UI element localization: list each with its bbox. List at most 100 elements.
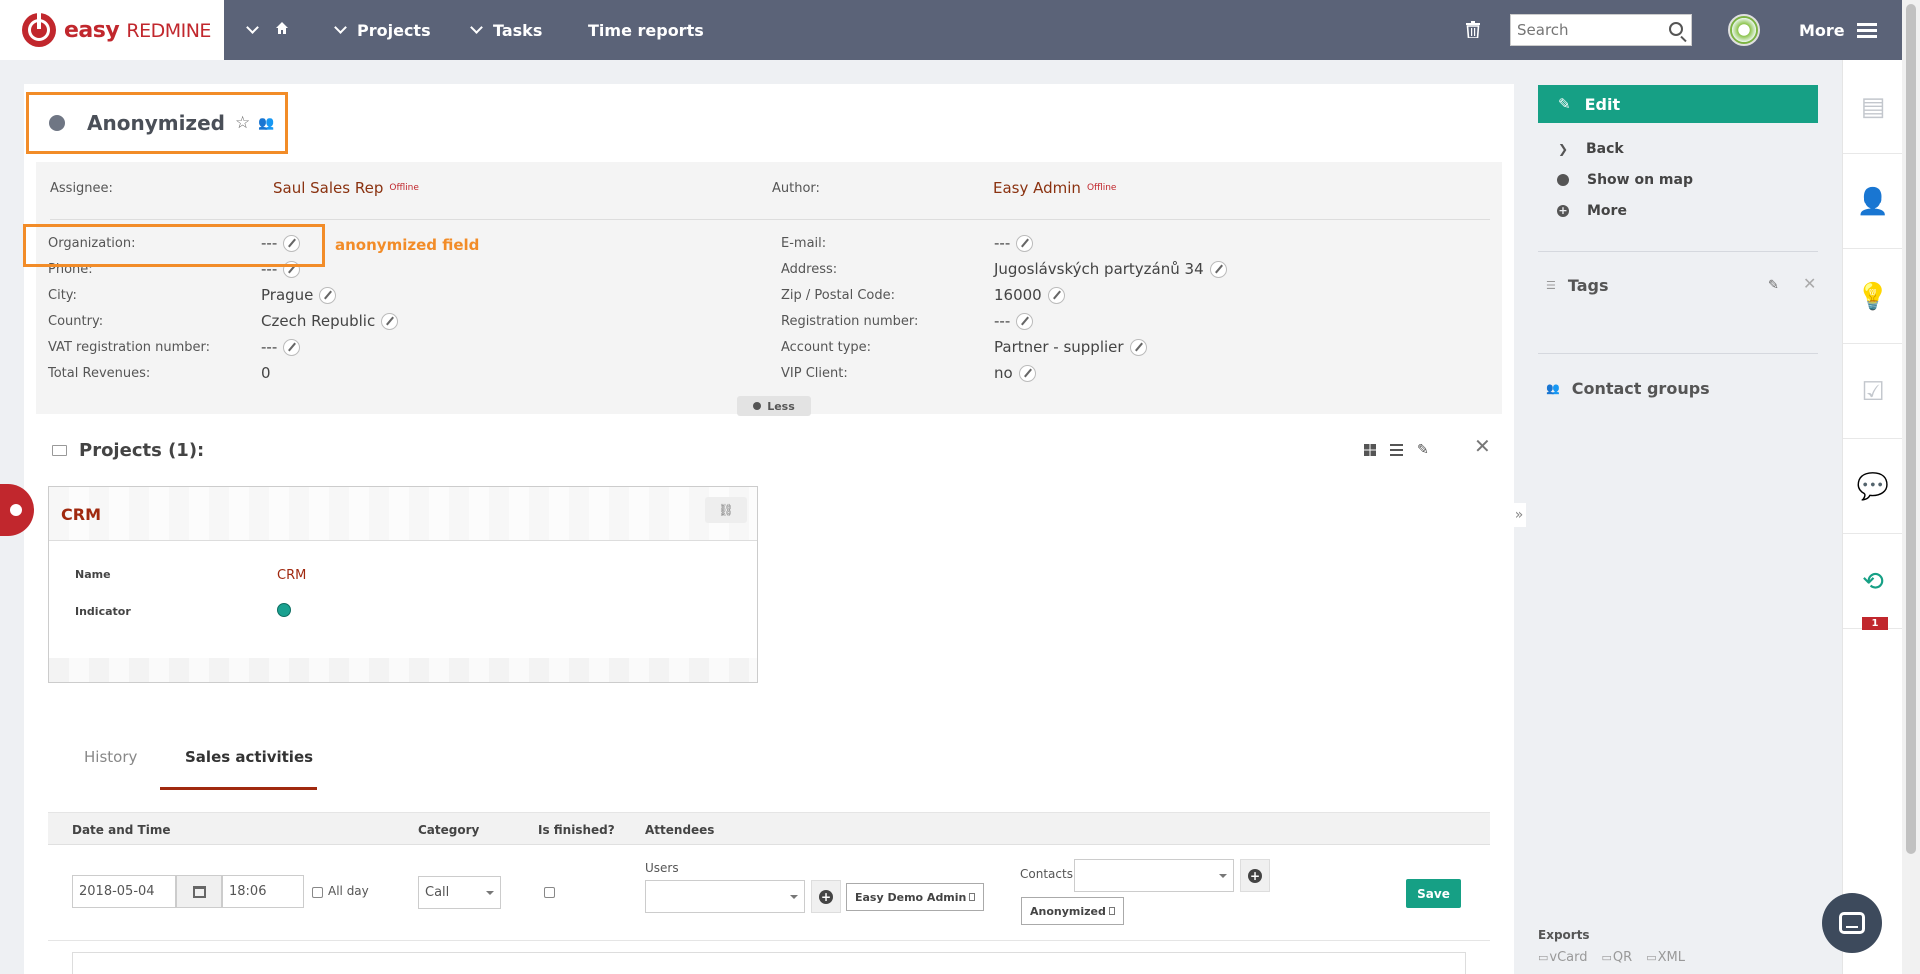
- sidebar-more-link[interactable]: + More: [1556, 203, 1627, 219]
- contacts-select[interactable]: [1074, 859, 1234, 892]
- is-finished-checkbox[interactable]: [544, 887, 555, 898]
- active-tab-indicator: [160, 787, 317, 790]
- remove-icon[interactable]: [969, 893, 976, 901]
- project-name-link[interactable]: CRM: [61, 505, 101, 524]
- edit-pencil-icon[interactable]: [1016, 312, 1034, 330]
- tab-sales-activities[interactable]: Sales activities: [185, 748, 313, 766]
- globe-icon: [49, 115, 65, 131]
- contacts-label: Contacts: [1020, 867, 1073, 881]
- remove-icon[interactable]: [1108, 907, 1115, 915]
- chat-icon: [1839, 912, 1865, 934]
- page-scrollbar[interactable]: [1902, 0, 1920, 974]
- contact-chip[interactable]: Anonymized: [1021, 897, 1124, 925]
- home-icon[interactable]: [276, 22, 288, 34]
- nav-time-reports[interactable]: Time reports: [588, 0, 704, 60]
- export-xml-link[interactable]: XML: [1646, 950, 1685, 965]
- edit-pencil-icon[interactable]: [1016, 234, 1034, 252]
- assignee-name[interactable]: Saul Sales Rep: [273, 179, 383, 197]
- col-date-time: Date and Time: [72, 823, 171, 837]
- project-card: CRM ⛓ Name CRM Indicator: [48, 486, 758, 683]
- city-text: Prague: [261, 286, 314, 304]
- city-label: City:: [48, 288, 77, 303]
- scrollbar-thumb[interactable]: [1906, 4, 1916, 854]
- user-avatar[interactable]: [1728, 14, 1760, 46]
- edit-pencil-icon[interactable]: [319, 286, 337, 304]
- list-view-icon[interactable]: [1390, 444, 1403, 456]
- edit-pencil-icon[interactable]: [381, 312, 399, 330]
- activity-feed-icon: ▤: [1860, 91, 1886, 122]
- activity-description-textarea[interactable]: [72, 952, 1466, 974]
- time-value: 18:06: [229, 884, 267, 899]
- show-on-map-label: Show on map: [1587, 172, 1693, 188]
- rail-checklist[interactable]: ☑: [1843, 345, 1903, 439]
- rail-chat[interactable]: 💬: [1843, 440, 1903, 534]
- project-card-header: CRM ⛓: [49, 487, 757, 541]
- calendar-button[interactable]: [176, 875, 222, 908]
- lightbulb-icon: 💡: [1856, 281, 1890, 312]
- search-icon[interactable]: [1669, 22, 1683, 36]
- author-value[interactable]: Easy Admin Offline: [993, 179, 1116, 197]
- logo-easy-text: easy: [64, 17, 120, 43]
- tab-history[interactable]: History: [84, 748, 137, 766]
- projects-title: Projects (1):: [79, 440, 205, 461]
- project-indicator-dot: [277, 603, 291, 617]
- all-day-checkbox[interactable]: [312, 887, 323, 898]
- plus-circle-icon: +: [1248, 868, 1262, 883]
- more-menu-button[interactable]: More: [1799, 0, 1877, 60]
- edit-pencil-icon[interactable]: ✎: [1417, 442, 1429, 458]
- save-button[interactable]: Save: [1406, 879, 1461, 908]
- edit-tags-icon[interactable]: ✎: [1768, 278, 1779, 293]
- project-name-value[interactable]: CRM: [277, 568, 306, 583]
- time-input[interactable]: 18:06: [222, 875, 304, 908]
- add-contact-button[interactable]: +: [1240, 859, 1270, 892]
- edit-pencil-icon[interactable]: [1209, 260, 1227, 278]
- vip-client-label: VIP Client:: [781, 366, 848, 381]
- trash-icon[interactable]: [1466, 21, 1480, 38]
- chat-launcher-button[interactable]: [1822, 893, 1882, 953]
- page-title: Anonymized: [87, 111, 225, 135]
- export-vcard-link[interactable]: vCard: [1538, 950, 1587, 965]
- account-type-value: Partner - supplier: [994, 338, 1147, 356]
- easy-redmine-logo[interactable]: easy REDMINE: [0, 0, 224, 60]
- home-dropdown[interactable]: [246, 0, 269, 60]
- country-text: Czech Republic: [261, 312, 376, 330]
- search-input[interactable]: [1511, 15, 1661, 45]
- edit-pencil-icon[interactable]: [1129, 338, 1147, 356]
- nav-tasks-label: Tasks: [493, 20, 543, 40]
- grid-view-icon[interactable]: [1364, 444, 1376, 456]
- sidebar-show-on-map-link[interactable]: Show on map: [1556, 172, 1693, 188]
- export-qr-link[interactable]: QR: [1602, 950, 1632, 965]
- project-name-label: Name: [75, 568, 111, 581]
- assignee-value[interactable]: Saul Sales Rep Offline: [273, 179, 419, 197]
- less-toggle-label: Less: [767, 399, 795, 413]
- close-icon[interactable]: ✕: [1803, 274, 1816, 293]
- category-select[interactable]: Call: [418, 876, 501, 909]
- rail-activity-feed[interactable]: ▤: [1843, 60, 1903, 154]
- row-divider: [48, 940, 1490, 941]
- sidebar-collapse-toggle[interactable]: »: [1512, 503, 1526, 527]
- favorite-star-icon[interactable]: ☆: [235, 113, 250, 133]
- nav-projects[interactable]: Projects: [334, 0, 431, 60]
- sidebar-back-link[interactable]: ❯ Back: [1556, 141, 1624, 157]
- edit-pencil-icon[interactable]: [1018, 364, 1036, 382]
- date-input[interactable]: 2018-05-04: [72, 875, 176, 908]
- edit-pencil-icon[interactable]: [283, 338, 301, 356]
- edit-button[interactable]: ✎ Edit: [1538, 85, 1818, 123]
- nav-tasks[interactable]: Tasks: [470, 0, 543, 60]
- author-name[interactable]: Easy Admin: [993, 179, 1081, 197]
- users-select[interactable]: [645, 880, 805, 913]
- link-icon[interactable]: ⛓: [705, 497, 747, 523]
- add-user-button[interactable]: +: [811, 880, 841, 913]
- rail-ideas[interactable]: 💡: [1843, 250, 1903, 344]
- email-label: E-mail:: [781, 236, 827, 251]
- rail-user-profile[interactable]: 👤: [1843, 155, 1903, 249]
- organization-highlight: [23, 224, 325, 267]
- user-chip[interactable]: Easy Demo Admin: [846, 883, 985, 911]
- edit-pencil-icon[interactable]: [1047, 286, 1065, 304]
- close-icon[interactable]: ✕: [1474, 434, 1491, 458]
- less-toggle-button[interactable]: Less: [737, 396, 811, 416]
- vat-text: ---: [261, 338, 278, 356]
- col-is-finished: Is finished?: [538, 823, 615, 837]
- global-search[interactable]: [1510, 14, 1692, 46]
- rail-history[interactable]: ⟲: [1843, 535, 1903, 629]
